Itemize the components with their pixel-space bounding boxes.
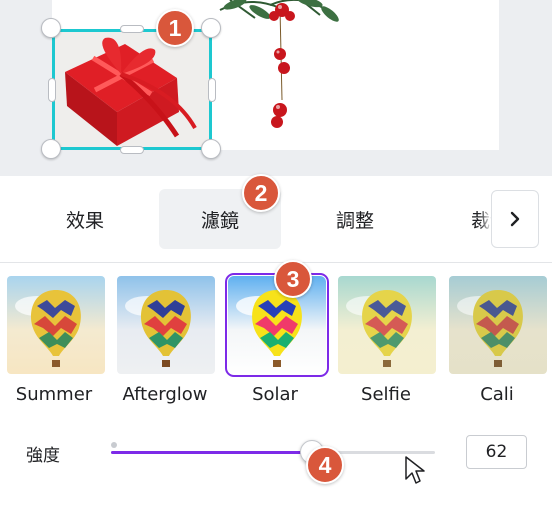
- chevron-right-icon: [510, 211, 520, 227]
- filter-summer[interactable]: [7, 276, 105, 374]
- intensity-label: 強度: [26, 446, 60, 466]
- step-badge-2: 2: [242, 174, 280, 212]
- filter-label-summer: Summer: [15, 384, 93, 405]
- filter-afterglow[interactable]: [117, 276, 215, 374]
- resize-handle-bottom-right[interactable]: [201, 139, 221, 159]
- tab-adjust[interactable]: 調整: [294, 189, 416, 249]
- intensity-value-input[interactable]: 62: [466, 435, 527, 469]
- resize-handle-top[interactable]: [120, 25, 144, 33]
- scroll-right-button[interactable]: [491, 190, 539, 248]
- intensity-slider-track[interactable]: [111, 451, 435, 454]
- filter-label-cali: Cali: [480, 384, 514, 405]
- filter-selfie[interactable]: [338, 276, 436, 374]
- resize-handle-right[interactable]: [208, 78, 216, 102]
- filter-label-selfie: Selfie: [361, 384, 411, 405]
- resize-handle-left[interactable]: [48, 78, 56, 102]
- filter-label-afterglow: Afterglow: [122, 384, 208, 405]
- step-badge-4: 4: [306, 446, 344, 484]
- tab-effects[interactable]: 效果: [24, 189, 146, 249]
- selected-gift-image[interactable]: [52, 29, 212, 150]
- balloon-thumbnail: [449, 276, 547, 374]
- balloon-thumbnail: [338, 276, 436, 374]
- design-canvas: 1: [0, 0, 552, 176]
- resize-handle-top-right[interactable]: [201, 18, 221, 38]
- filter-solar[interactable]: [225, 273, 329, 377]
- slider-start-marker: [111, 442, 117, 448]
- filter-label-solar: Solar: [252, 384, 298, 405]
- balloon-thumbnail: [7, 276, 105, 374]
- filter-cali[interactable]: [449, 276, 547, 374]
- intensity-slider-fill: [111, 451, 312, 454]
- gift-box-image: [55, 32, 209, 147]
- step-badge-1: 1: [156, 9, 194, 47]
- resize-handle-top-left[interactable]: [41, 18, 61, 38]
- step-badge-3: 3: [274, 260, 312, 298]
- resize-handle-bottom-left[interactable]: [41, 139, 61, 159]
- tabs-divider: [0, 262, 552, 263]
- balloon-thumbnail: [228, 276, 326, 374]
- resize-handle-bottom[interactable]: [120, 146, 144, 154]
- christmas-ornaments-image: [219, 0, 339, 128]
- balloon-thumbnail: [117, 276, 215, 374]
- mouse-pointer-icon: [405, 456, 425, 484]
